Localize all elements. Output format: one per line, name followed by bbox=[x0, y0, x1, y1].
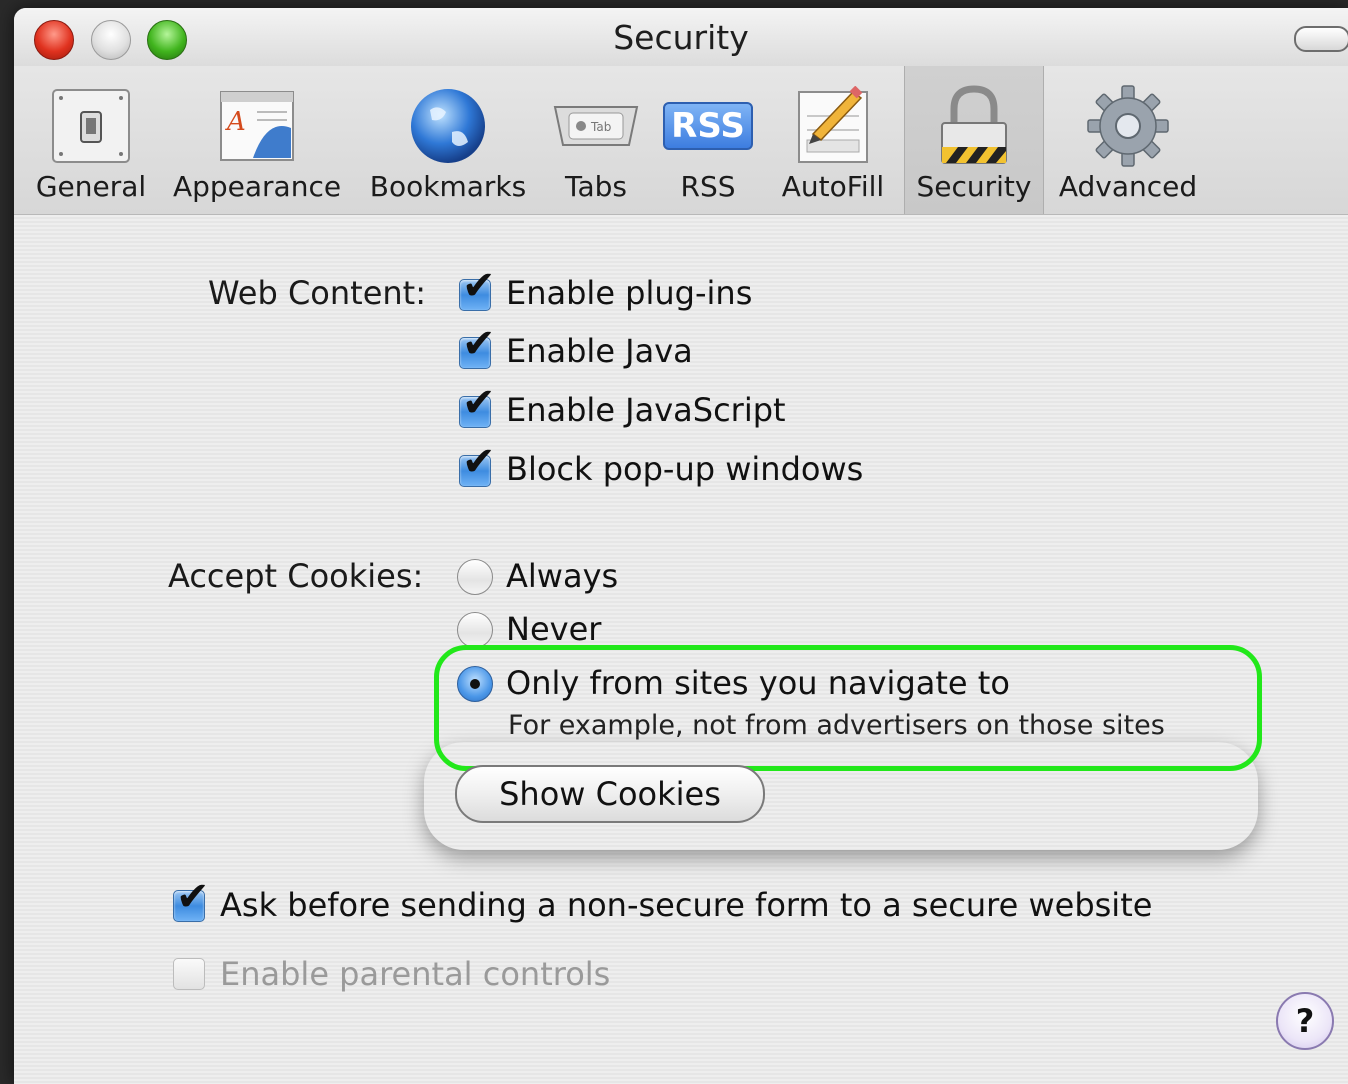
parental-controls-label: Enable parental controls bbox=[220, 955, 611, 993]
show-cookies-button[interactable]: Show Cookies bbox=[455, 765, 765, 823]
autofill-pencil-icon bbox=[788, 84, 878, 168]
appearance-icon: A bbox=[212, 84, 302, 168]
help-button[interactable]: ? bbox=[1276, 992, 1334, 1050]
cookies-navigated-sites-radio[interactable] bbox=[457, 666, 493, 702]
toolbar-item-label: Tabs bbox=[565, 170, 627, 203]
toolbar-item-rss[interactable]: RSS RSS bbox=[660, 66, 756, 214]
toolbar-item-label: RSS bbox=[680, 170, 736, 203]
cookies-navigated-sites-label[interactable]: Only from sites you navigate to bbox=[506, 664, 1010, 702]
web-content-label: Web Content: bbox=[208, 274, 426, 312]
checkmark-icon: ✔ bbox=[462, 380, 496, 426]
block-popups-checkbox[interactable]: ✔ bbox=[459, 442, 496, 487]
enable-java-label[interactable]: Enable Java bbox=[506, 332, 693, 370]
rss-badge: RSS bbox=[663, 102, 753, 150]
cookies-hint-text: For example, not from advertisers on tho… bbox=[508, 710, 1165, 741]
toolbar-item-autofill[interactable]: AutoFill bbox=[774, 66, 892, 214]
toolbar-item-bookmarks[interactable]: Bookmarks bbox=[364, 66, 532, 214]
block-popups-label[interactable]: Block pop-up windows bbox=[506, 450, 863, 488]
checkmark-icon: ✔ bbox=[462, 263, 496, 309]
enable-javascript-checkbox[interactable]: ✔ bbox=[459, 383, 496, 428]
cookies-always-radio[interactable] bbox=[457, 559, 493, 595]
rss-icon: RSS bbox=[663, 84, 753, 168]
toolbar-item-label: Advanced bbox=[1058, 170, 1198, 203]
svg-text:A: A bbox=[225, 107, 246, 137]
enable-javascript-label[interactable]: Enable JavaScript bbox=[506, 391, 786, 429]
toolbar-item-security[interactable]: Security bbox=[904, 66, 1044, 214]
ask-non-secure-form-label[interactable]: Ask before sending a non-secure form to … bbox=[220, 886, 1152, 924]
toolbar-item-label: AutoFill bbox=[781, 170, 885, 203]
toolbar-item-label: Security bbox=[916, 170, 1032, 203]
lock-icon bbox=[929, 84, 1019, 168]
toolbar-toggle-button[interactable] bbox=[1294, 26, 1348, 52]
checkmark-icon: ✔ bbox=[462, 439, 496, 485]
toolbar-item-general[interactable]: General bbox=[28, 66, 154, 214]
tabs-icon: Tab bbox=[551, 84, 641, 168]
enable-plugins-checkbox[interactable]: ✔ bbox=[459, 266, 496, 311]
cookies-never-label[interactable]: Never bbox=[506, 610, 601, 648]
title-bar[interactable]: Security bbox=[14, 8, 1348, 67]
parental-controls-checkbox[interactable] bbox=[173, 958, 205, 990]
radio-dot-icon bbox=[470, 679, 480, 689]
cookies-always-label[interactable]: Always bbox=[506, 557, 618, 595]
checkmark-icon: ✔ bbox=[176, 874, 210, 920]
window-title: Security bbox=[613, 18, 749, 57]
toolbar-item-appearance[interactable]: A Appearance bbox=[172, 66, 342, 214]
globe-icon bbox=[403, 84, 493, 168]
preferences-toolbar: General A Appearance Bookmarks Tab Tabs … bbox=[14, 66, 1348, 214]
enable-plugins-label[interactable]: Enable plug-ins bbox=[506, 274, 752, 312]
toolbar-item-label: Appearance bbox=[172, 170, 342, 203]
toolbar-item-label: General bbox=[35, 170, 147, 203]
checkmark-icon: ✔ bbox=[462, 321, 496, 367]
accept-cookies-label: Accept Cookies: bbox=[168, 557, 424, 595]
toolbar-item-tabs[interactable]: Tab Tabs bbox=[550, 66, 642, 214]
toolbar-item-label: Bookmarks bbox=[369, 170, 527, 203]
enable-java-checkbox[interactable]: ✔ bbox=[459, 324, 496, 369]
ask-non-secure-form-checkbox[interactable]: ✔ bbox=[173, 877, 210, 922]
toolbar-item-advanced[interactable]: Advanced bbox=[1054, 66, 1202, 214]
cookies-never-radio[interactable] bbox=[457, 612, 493, 648]
gear-icon bbox=[1083, 84, 1173, 168]
tabs-icon-text: Tab bbox=[590, 120, 611, 134]
general-switch-icon bbox=[46, 84, 136, 168]
